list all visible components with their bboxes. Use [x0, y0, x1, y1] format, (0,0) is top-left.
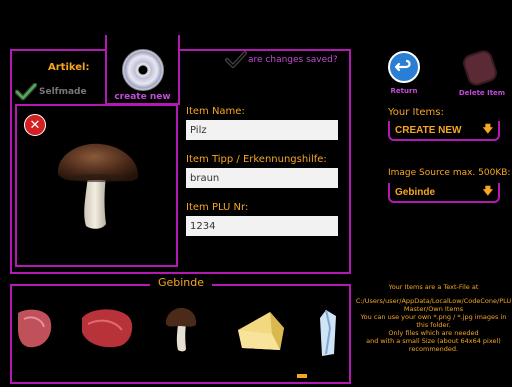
- selfmade-label: Selfmade: [39, 87, 87, 97]
- info-line-6: recommended.: [408, 345, 459, 353]
- close-icon: ✕: [29, 117, 41, 133]
- gallery-item-meat-2[interactable]: [80, 306, 136, 350]
- checkmark-icon: [15, 83, 37, 101]
- image-source-dropdown[interactable]: Gebinde 🡇: [388, 183, 500, 203]
- delete-item-button[interactable]: Delete Item: [459, 48, 505, 99]
- item-name-input[interactable]: [186, 120, 338, 140]
- item-tip-label: Item Tipp / Erkennungshilfe:: [186, 154, 327, 165]
- your-items-dropdown[interactable]: CREATE NEW 🡇: [388, 121, 500, 141]
- gallery-item-mushroom[interactable]: [164, 306, 198, 352]
- your-items-label: Your Items:: [388, 107, 444, 118]
- item-name-label: Item Name:: [186, 106, 245, 117]
- info-text: Your Items are a Text-File at C:/Users/u…: [355, 283, 512, 353]
- checkmark-outline-icon: [225, 51, 247, 68]
- create-new-tab[interactable]: create new: [105, 35, 180, 105]
- info-line-5: and with a small Size (about 64x64 pixel…: [366, 337, 501, 345]
- return-icon: [388, 51, 420, 83]
- arrow-down-icon: 🡇: [482, 185, 493, 197]
- gallery-scroll-indicator[interactable]: [297, 374, 307, 378]
- mushroom-image: [57, 143, 139, 229]
- gallery-title: Gebinde: [157, 276, 205, 289]
- changes-saved-indicator: are changes saved?: [225, 51, 338, 69]
- info-line-1: Your Items are a Text-File at: [388, 283, 479, 291]
- arrow-down-icon: 🡇: [482, 123, 493, 135]
- info-line-2: C:/Users/user/AppData/LocalLow/CodeCone/…: [355, 297, 512, 313]
- return-button[interactable]: Return: [386, 49, 422, 97]
- gallery-item-ice[interactable]: [318, 308, 338, 358]
- item-plu-label: Item PLU Nr:: [186, 202, 249, 213]
- gallery-item-cheese[interactable]: [236, 308, 286, 354]
- create-new-label: create new: [114, 92, 171, 102]
- item-plu-input[interactable]: [186, 216, 338, 236]
- image-source-label: Image Source max. 500KB:: [388, 168, 511, 178]
- image-source-selected: Gebinde: [395, 186, 436, 198]
- your-items-selected: CREATE NEW: [395, 124, 462, 136]
- return-label: Return: [390, 87, 418, 95]
- gallery-item-meat-1[interactable]: [18, 305, 54, 349]
- info-line-4: Only files which are needed: [388, 329, 479, 337]
- remove-image-button[interactable]: ✕: [24, 114, 46, 136]
- delete-icon: [460, 48, 500, 88]
- cd-icon: [122, 49, 164, 91]
- selfmade-row[interactable]: Selfmade: [15, 83, 87, 101]
- article-title: Artikel:: [48, 62, 90, 73]
- info-line-3: You can use your own *.png / *.jpg image…: [360, 313, 507, 329]
- item-tip-input[interactable]: [186, 168, 338, 188]
- delete-label: Delete Item: [458, 89, 506, 97]
- changes-saved-label: are changes saved?: [248, 55, 338, 65]
